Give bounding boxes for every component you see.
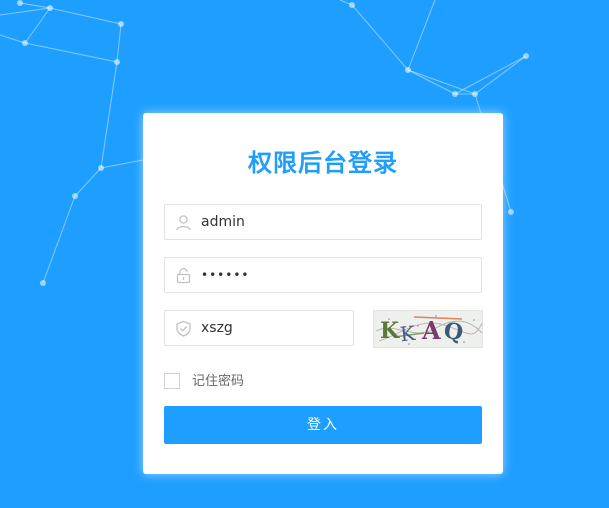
remember-label: 记住密码 [192, 374, 245, 389]
captcha-image[interactable]: K K A Q [373, 310, 483, 348]
svg-text:A: A [421, 316, 441, 345]
lock-icon [176, 267, 191, 284]
login-button[interactable]: 登入 [164, 406, 482, 444]
remember-checkbox[interactable] [164, 373, 180, 389]
user-icon [176, 215, 191, 231]
username-value: admin [201, 214, 245, 230]
username-field[interactable]: admin [164, 204, 482, 240]
captcha-input[interactable]: xszg [164, 310, 354, 346]
svg-text:K: K [380, 318, 400, 344]
captcha-graphic: K K A Q [374, 311, 482, 347]
svg-text:Q: Q [442, 318, 465, 346]
page-title: 权限后台登录 [248, 149, 398, 177]
shield-icon [176, 320, 191, 337]
password-value: •••••• [201, 268, 250, 282]
password-field[interactable]: •••••• [164, 257, 482, 293]
login-card: 权限后台登录 admin •••••• xszg K K A Q 记住密码 登入 [143, 113, 503, 474]
captcha-value: xszg [201, 320, 233, 336]
